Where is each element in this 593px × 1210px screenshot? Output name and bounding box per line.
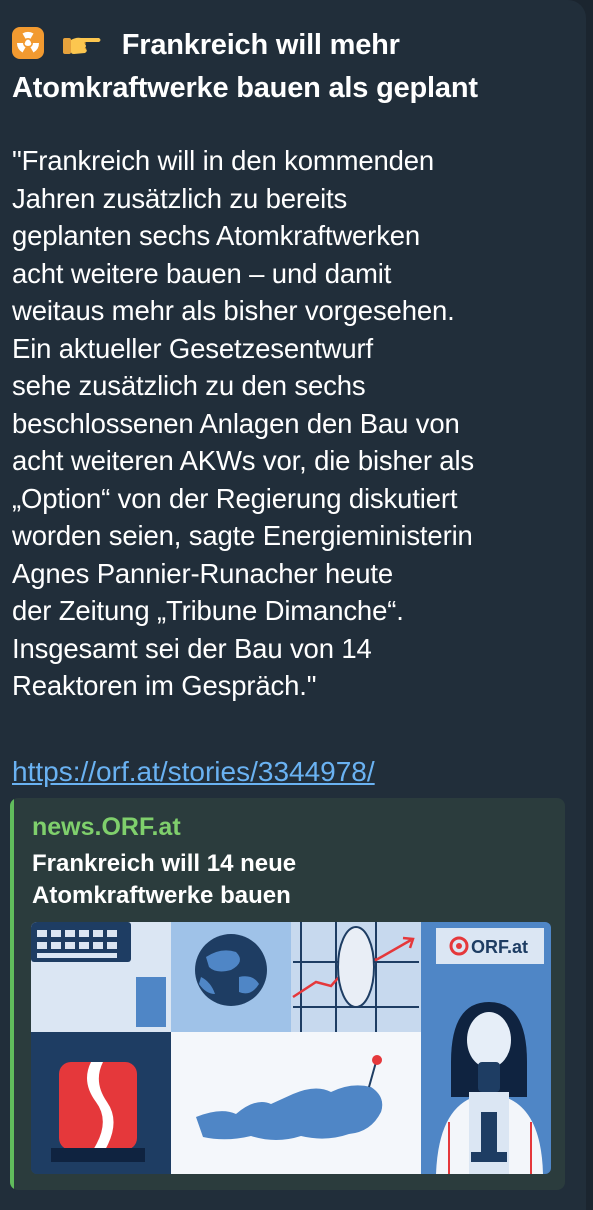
title-line-2: Atomkraftwerke bauen als geplant (12, 72, 478, 104)
body-line: Agnes Pannier-Runacher heute (12, 557, 394, 589)
beacon-illustration (31, 1032, 171, 1174)
preview-title-line-1: Frankreich will 14 neue (32, 850, 297, 877)
message-title: Frankreich will mehr Atomkraftwerke baue… (12, 26, 572, 107)
title-line-1-row: Frankreich will mehr (12, 26, 572, 69)
body-line: sehe zusätzlich zu den sechs (12, 370, 366, 401)
preview-accent-bar (10, 798, 14, 1190)
body-line: Ein aktueller Gesetzesentwurf (12, 332, 373, 364)
body-line: weitaus mehr als bisher vorgesehen. (12, 295, 455, 326)
body-line: geplanten sechs Atomkraftwerken (12, 220, 421, 251)
preview-title-line-2: Atomkraftwerke bauen (32, 882, 291, 909)
body-line: Jahren zusätzlich zu bereits (12, 182, 348, 214)
preview-image[interactable]: ORF.at (31, 922, 551, 1174)
keyboard-illustration (31, 922, 171, 1032)
body-line: worden seien, sagte Energieministerin (12, 520, 473, 551)
body-line: acht weitere bauen – und damit (12, 257, 392, 289)
body-line: acht weiteren AKWs vor, die bisher als (12, 445, 475, 476)
body-line: Insgesamt sei der Bau von 14 (12, 632, 372, 664)
message-body: "Frankreich will in den kommenden Jahren… (12, 142, 577, 705)
orf-logo-text: ORF.at (471, 937, 528, 957)
globe-illustration (171, 922, 291, 1032)
map-illustration (171, 1032, 421, 1174)
body-line: Reaktoren im Gespräch." (12, 670, 317, 701)
body-line: beschlossenen Anlagen den Bau von (12, 407, 460, 439)
link-preview-card[interactable]: news.ORF.at Frankreich will 14 neue Atom… (10, 798, 565, 1190)
body-line: "Frankreich will in den kommenden (12, 145, 435, 176)
title-line-1: Frankreich will mehr (121, 29, 400, 61)
preview-title: Frankreich will 14 neue Atomkraftwerke b… (32, 848, 552, 912)
body-line: „Option“ von der Regierung diskutiert (12, 482, 458, 514)
article-link[interactable]: https://orf.at/stories/3344978/ (12, 753, 375, 791)
body-line: der Zeitung „Tribune Dimanche“. (12, 595, 404, 626)
message-bubble: Frankreich will mehr Atomkraftwerke baue… (0, 0, 586, 1210)
preview-site-name: news.ORF.at (32, 813, 181, 841)
news-illustration: ORF.at (31, 922, 551, 1174)
radioactive-icon (12, 27, 44, 69)
pointing-hand-icon (62, 29, 102, 69)
